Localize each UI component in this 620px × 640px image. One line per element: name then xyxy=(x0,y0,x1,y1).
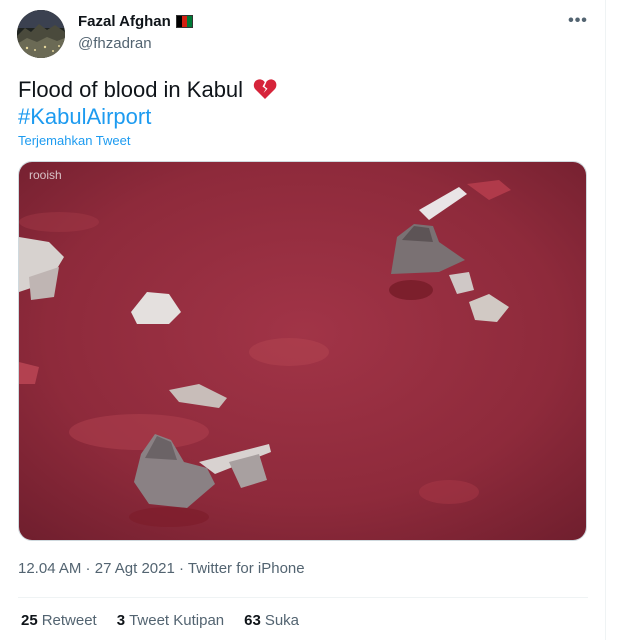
like-count-value: 63 xyxy=(244,612,261,629)
tweet-card: Fazal Afghan @fhzadran ••• Flood of bloo… xyxy=(0,0,606,640)
like-count[interactable]: 63 Suka xyxy=(244,612,299,629)
like-label: Suka xyxy=(264,612,300,629)
avatar[interactable] xyxy=(17,10,65,58)
tweet-source[interactable]: Twitter for iPhone xyxy=(188,560,305,577)
author-name-row[interactable]: Fazal Afghan xyxy=(78,13,193,30)
avatar-image xyxy=(17,10,65,58)
quote-tweet-count-value: 3 xyxy=(116,612,126,629)
more-horizontal-icon[interactable]: ••• xyxy=(566,13,590,34)
afghanistan-flag-icon xyxy=(175,15,193,28)
meta-separator: · xyxy=(174,560,188,577)
media-watermark: rooish xyxy=(29,168,62,182)
tweet-time[interactable]: 12.04 AM xyxy=(18,560,81,577)
retweet-count-value: 25 xyxy=(21,612,38,629)
quote-tweet-count[interactable]: 3 Tweet Kutipan xyxy=(117,612,224,629)
tweet-media-image[interactable]: rooish xyxy=(18,161,587,541)
engagement-stats: 25 Retweet 3 Tweet Kutipan 63 Suka xyxy=(21,612,299,629)
tweet-metadata: 12.04 AM · 27 Agt 2021 · Twitter for iPh… xyxy=(18,560,305,577)
quote-tweet-label: Tweet Kutipan xyxy=(129,612,225,629)
tweet-text-content: Flood of blood in Kabul xyxy=(18,77,244,102)
retweet-count[interactable]: 25 Retweet xyxy=(21,612,97,629)
flood-photo xyxy=(19,162,586,540)
retweet-label: Retweet xyxy=(41,612,97,629)
divider xyxy=(18,597,588,598)
tweet-date[interactable]: 27 Agt 2021 xyxy=(95,560,175,577)
author-handle[interactable]: @fhzadran xyxy=(78,35,152,52)
author-name[interactable]: Fazal Afghan xyxy=(78,13,171,30)
translate-tweet-link[interactable]: Terjemahkan Tweet xyxy=(18,133,131,148)
meta-separator: · xyxy=(81,560,95,577)
hashtag-link[interactable]: #KabulAirport xyxy=(18,103,151,131)
broken-heart-icon xyxy=(253,78,277,107)
